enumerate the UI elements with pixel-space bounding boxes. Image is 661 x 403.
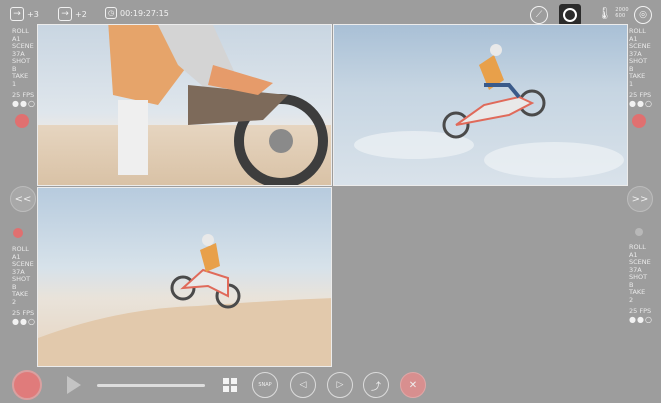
rider-dune-jump bbox=[38, 234, 331, 366]
input-count-1[interactable]: → +3 bbox=[10, 7, 39, 21]
chevron-right-icon: >> bbox=[631, 193, 649, 205]
gauge-button[interactable]: ⟋ bbox=[530, 6, 548, 24]
thermometer-status: 🌡 2000 600 bbox=[597, 6, 629, 20]
record-indicator[interactable] bbox=[632, 113, 646, 128]
play-button[interactable] bbox=[67, 376, 81, 394]
skip-back-icon: ◁ bbox=[299, 380, 307, 390]
rider-closeup bbox=[108, 25, 328, 185]
timeline-slider[interactable] bbox=[97, 384, 205, 387]
record-button[interactable] bbox=[12, 370, 42, 400]
gauge-icon: ⟋ bbox=[530, 6, 548, 24]
input-count-2[interactable]: → +2 bbox=[58, 7, 87, 21]
grid-view-button[interactable] bbox=[223, 378, 237, 392]
prev-page-button[interactable]: << bbox=[10, 186, 36, 212]
record-indicator[interactable] bbox=[13, 228, 23, 238]
clock-icon: ◷ bbox=[105, 7, 117, 19]
chevron-left-icon: << bbox=[14, 193, 32, 205]
close-icon: ✕ bbox=[408, 379, 418, 391]
skip-forward-icon: ▷ bbox=[336, 380, 344, 390]
grid-icon bbox=[223, 378, 237, 392]
left-panel-bottom: ROLL A1 SCENE 37A SHOT B TAKE 2 25 FPS ●… bbox=[12, 228, 44, 326]
play-icon bbox=[67, 376, 81, 394]
video-tile-2[interactable] bbox=[333, 24, 628, 186]
gear-icon bbox=[563, 8, 577, 22]
prev-clip-button[interactable]: ◁ bbox=[290, 372, 316, 398]
arrow-in-icon: → bbox=[58, 7, 72, 21]
left-panel-top: ROLL A1 SCENE 37A SHOT B TAKE 1 25 FPS ●… bbox=[12, 27, 44, 134]
share-icon: ⤴ bbox=[371, 381, 381, 393]
rider-jump bbox=[354, 44, 624, 178]
right-panel-top: ROLL A1 SCENE 37A SHOT B TAKE 1 25 FPS ●… bbox=[629, 27, 661, 134]
record-icon bbox=[12, 370, 42, 400]
record-indicator[interactable] bbox=[15, 113, 29, 128]
record-indicator[interactable] bbox=[635, 228, 643, 236]
video-tile-3[interactable] bbox=[37, 187, 332, 367]
settings-button[interactable] bbox=[559, 4, 581, 26]
thermometer-icon: 🌡 bbox=[597, 6, 613, 20]
share-button[interactable]: ⤴ bbox=[363, 372, 389, 398]
timecode: ◷ 00:19:27:15 bbox=[105, 7, 169, 19]
next-clip-button[interactable]: ▷ bbox=[327, 372, 353, 398]
globe-button[interactable]: ◎ bbox=[634, 6, 652, 24]
close-button[interactable]: ✕ bbox=[400, 372, 426, 398]
bottom-toolbar: SNAP ◁ ▷ ⤴ ✕ bbox=[0, 366, 661, 403]
video-tile-1[interactable] bbox=[37, 24, 332, 186]
snap-button[interactable]: SNAP bbox=[252, 372, 278, 398]
right-panel-bottom: ROLL A1 SCENE 37A SHOT B TAKE 2 25 FPS ●… bbox=[629, 228, 661, 324]
next-page-button[interactable]: >> bbox=[627, 186, 653, 212]
multicam-viewer: → +3 → +2 ◷ 00:19:27:15 ⟋ 🌡 2000 600 ◎ R… bbox=[0, 0, 661, 403]
globe-icon: ◎ bbox=[634, 6, 652, 24]
arrow-in-icon: → bbox=[10, 7, 24, 21]
